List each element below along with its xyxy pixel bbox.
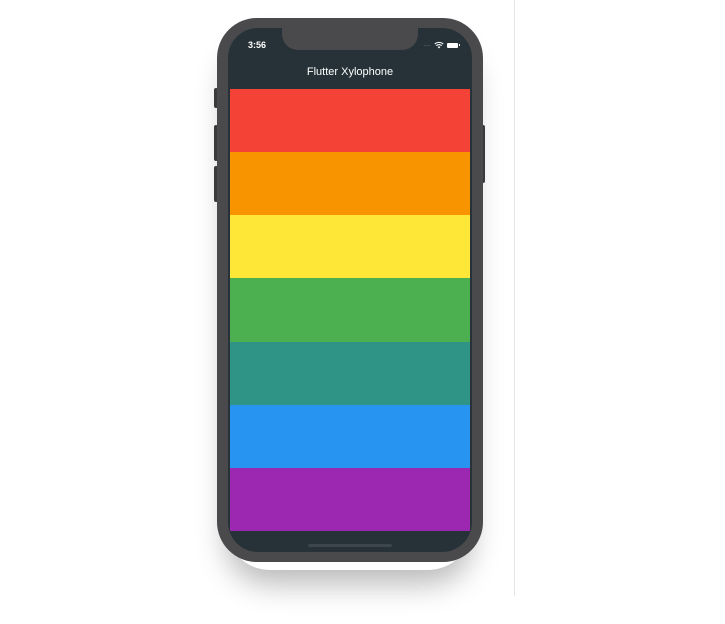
signal-icon: .... xyxy=(423,42,431,48)
device-screen: 3:56 .... Flutter Xylophone xyxy=(228,28,472,552)
device-notch xyxy=(282,28,418,50)
key-2[interactable] xyxy=(230,152,470,216)
home-indicator[interactable] xyxy=(308,544,392,547)
battery-icon xyxy=(447,42,460,48)
page-divider xyxy=(514,0,515,596)
status-icons: .... xyxy=(423,40,460,50)
key-1[interactable] xyxy=(230,89,470,153)
key-3[interactable] xyxy=(230,215,470,279)
key-4[interactable] xyxy=(230,278,470,342)
xylophone-keys xyxy=(230,89,470,531)
wifi-icon xyxy=(434,41,444,49)
key-5[interactable] xyxy=(230,341,470,405)
key-6[interactable] xyxy=(230,404,470,468)
key-7[interactable] xyxy=(230,467,470,531)
status-time: 3:56 xyxy=(248,40,267,50)
app-bar-title: Flutter Xylophone xyxy=(306,66,394,78)
